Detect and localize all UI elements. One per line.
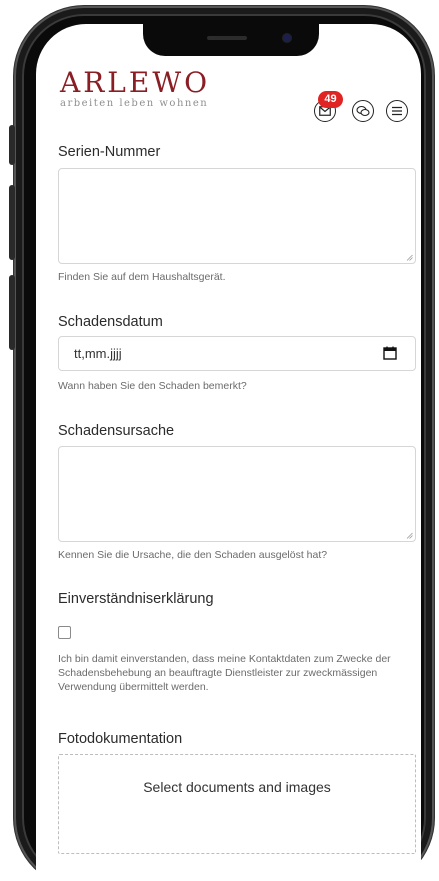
damage-cause-help: Kennen Sie die Ursache, die den Schaden … (58, 549, 328, 561)
photo-upload-dropzone[interactable]: Select documents and images (58, 754, 416, 854)
serial-number-help: Finden Sie auf dem Haushaltsgerät. (58, 271, 226, 283)
resize-handle-icon[interactable] (406, 254, 413, 261)
menu-icon[interactable] (386, 100, 408, 122)
consent-label: Einverständniserklärung (58, 591, 214, 607)
logo-tagline: arbeiten leben wohnen (60, 98, 209, 109)
serial-number-label: Serien-Nummer (58, 144, 161, 160)
chat-bubbles-icon (356, 105, 370, 117)
consent-checkbox[interactable] (58, 626, 71, 639)
consent-text: Ich bin damit einverstanden, dass meine … (58, 653, 391, 693)
phone-volume-down-button (9, 275, 15, 350)
resize-handle-icon[interactable] (406, 532, 413, 539)
chat-icon[interactable] (352, 100, 374, 122)
damage-date-help: Wann haben Sie den Schaden bemerkt? (58, 380, 247, 392)
damage-date-label: Schadensdatum (58, 314, 163, 330)
calendar-icon[interactable] (383, 346, 397, 360)
phone-screen: ARLEWO arbeiten leben wohnen 49 Serien-N… (36, 24, 421, 881)
hamburger-icon (392, 106, 402, 116)
phone-notch (143, 24, 319, 56)
dropzone-text: Select documents and images (143, 779, 331, 795)
notification-badge: 49 (318, 91, 343, 108)
damage-cause-field[interactable] (58, 446, 416, 542)
phone-side-button (9, 125, 15, 165)
photo-documentation-label: Fotodokumentation (58, 731, 183, 747)
damage-cause-label: Schadensursache (58, 423, 175, 439)
damage-date-field[interactable]: tt,mm.jjjj (58, 336, 416, 371)
logo[interactable]: ARLEWO arbeiten leben wohnen (60, 66, 210, 110)
logo-wordmark: ARLEWO (60, 66, 211, 99)
app-header: ARLEWO arbeiten leben wohnen 49 (36, 64, 421, 134)
phone-volume-up-button (9, 185, 15, 260)
date-placeholder: tt,mm.jjjj (74, 346, 122, 361)
serial-number-field[interactable] (58, 168, 416, 264)
speaker-grille (207, 36, 247, 40)
front-camera (283, 34, 291, 42)
